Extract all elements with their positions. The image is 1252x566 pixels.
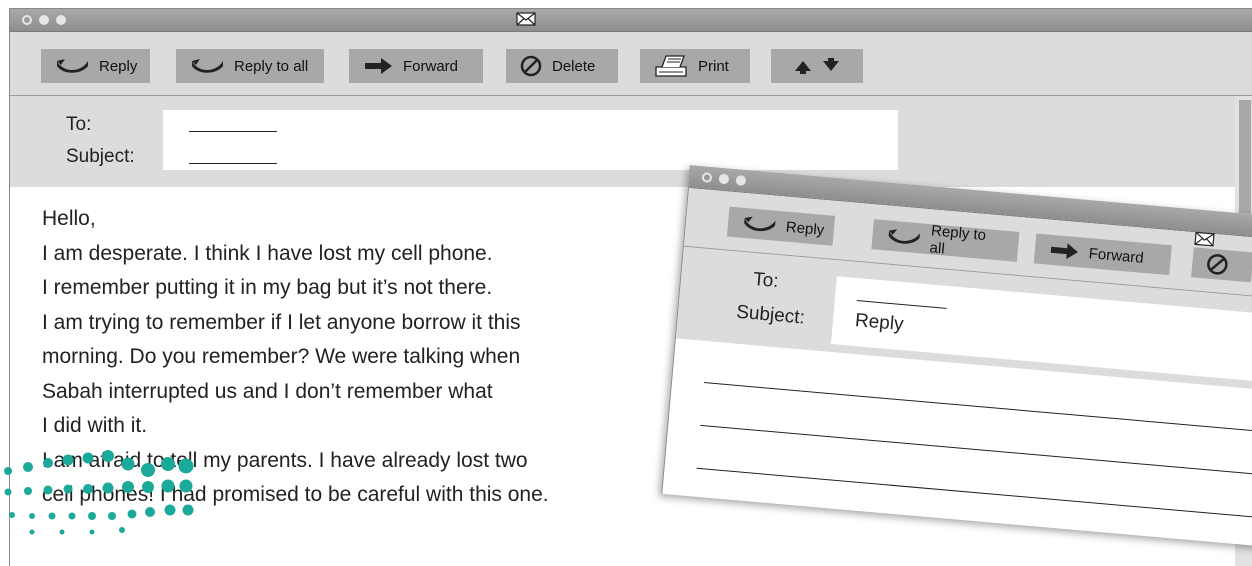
forward-button-label: Forward [403, 57, 459, 75]
subject-label: Subject: [735, 301, 806, 329]
header-fields [163, 110, 898, 170]
reply-icon [741, 214, 776, 235]
print-button-label: Print [698, 57, 729, 75]
delete-icon [1205, 252, 1229, 276]
body-line: I am afraid to tell my parents. I have a… [42, 448, 528, 472]
body-line: I am desperate. I think I have lost my c… [42, 241, 493, 265]
subject-field[interactable]: Reply [854, 310, 904, 336]
reply-body-line[interactable] [700, 424, 1252, 475]
toolbar: Reply Reply to all Forward Delete Print [10, 32, 1252, 96]
forward-arrow-icon [363, 57, 393, 75]
delete-button-label: Delete [552, 57, 596, 75]
reply-icon [55, 57, 89, 75]
reply-all-button[interactable]: Reply to all [176, 49, 324, 83]
delete-icon [520, 55, 542, 77]
printer-icon [654, 55, 688, 77]
to-label: To: [752, 268, 780, 293]
print-button[interactable]: Print [640, 49, 750, 83]
to-field[interactable] [856, 300, 947, 309]
reply-all-button[interactable]: Reply to all [871, 219, 1020, 262]
reply-all-button-label: Reply to all [234, 57, 309, 75]
reply-button-label: Reply [785, 218, 825, 239]
minimize-window-button[interactable] [39, 15, 49, 25]
reply-window: Reply Reply to all Forward To: Subject: … [661, 165, 1252, 548]
body-line: I did with it. [42, 414, 148, 437]
forward-button[interactable]: Forward [1033, 233, 1172, 276]
zoom-window-button[interactable] [735, 175, 747, 186]
body-line: morning. Do you remember? We were talkin… [42, 345, 521, 368]
to-label: To: [66, 114, 92, 135]
subject-field[interactable] [189, 163, 277, 164]
delete-button[interactable]: Delete [506, 49, 618, 83]
reply-button-label: Reply [99, 57, 138, 75]
body-line: Sabah interrupted us and I don’t remembe… [42, 379, 493, 403]
forward-button[interactable]: Forward [349, 49, 483, 83]
subject-label: Subject: [66, 146, 135, 167]
zoom-window-button[interactable] [56, 15, 66, 25]
navigate-messages-button[interactable] [771, 49, 863, 83]
close-window-button[interactable] [701, 172, 713, 183]
to-field[interactable] [189, 131, 277, 132]
reply-body-line[interactable] [704, 382, 1252, 432]
reply-all-icon [190, 57, 224, 75]
reply-button[interactable]: Reply [726, 206, 836, 246]
window-controls [22, 15, 66, 25]
reply-window-controls [701, 172, 747, 186]
title-bar [10, 9, 1252, 32]
reply-button[interactable]: Reply [41, 49, 150, 83]
envelope-icon [516, 12, 536, 31]
reply-all-icon [886, 226, 921, 247]
message-header: To: Subject: [10, 96, 1252, 187]
reply-all-button-label: Reply to all [928, 222, 987, 258]
body-line: I am trying to remember if I let anyone … [42, 310, 521, 334]
forward-button-label: Forward [1088, 244, 1145, 267]
reply-header-fields: Reply [830, 276, 1252, 385]
close-window-button[interactable] [22, 15, 32, 25]
up-down-arrows-icon [793, 57, 841, 75]
body-line: Hello, [42, 207, 96, 230]
body-line: cell phones! I had promised to be carefu… [42, 483, 549, 506]
delete-button[interactable] [1191, 247, 1252, 283]
forward-arrow-icon [1048, 241, 1079, 262]
body-line: I remember putting it in my bag but it’s… [42, 276, 493, 299]
minimize-window-button[interactable] [718, 173, 730, 185]
message-body: Hello, I am desperate. I think I have lo… [42, 202, 702, 513]
